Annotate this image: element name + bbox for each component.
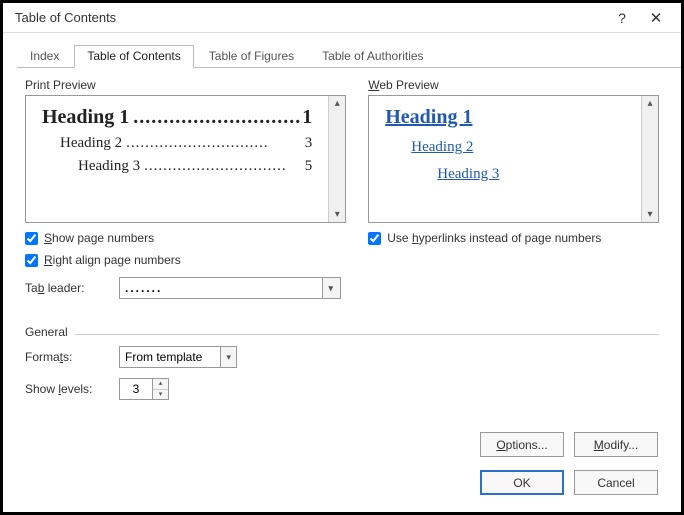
formats-label: Formats:	[25, 350, 111, 364]
options-modify-row: Options... Modify...	[480, 432, 658, 457]
scroll-down-icon[interactable]: ▾	[647, 207, 652, 222]
tab-table-of-contents[interactable]: Table of Contents	[74, 45, 193, 68]
print-preview-h3: Heading 3 ..............................…	[42, 158, 312, 175]
cancel-button[interactable]: Cancel	[574, 470, 658, 495]
modify-button[interactable]: Modify...	[574, 432, 658, 457]
divider	[75, 334, 659, 335]
show-page-numbers-row: Show page numbers	[25, 231, 346, 245]
tab-leader-select[interactable]: ....... ▾	[119, 277, 341, 299]
general-label: General	[25, 325, 659, 339]
spinner-down-icon[interactable]: ▾	[153, 390, 168, 400]
tab-leader-label: Tab leader:	[25, 281, 111, 295]
web-preview-box: Heading 1 Heading 2 Heading 3 ▴ ▾	[368, 95, 659, 223]
scroll-up-icon[interactable]: ▴	[647, 96, 652, 111]
print-preview-box: Heading 1 ..............................…	[25, 95, 346, 223]
chevron-down-icon: ▾	[220, 347, 236, 367]
ok-button[interactable]: OK	[480, 470, 564, 495]
print-preview-scrollbar[interactable]: ▴ ▾	[328, 96, 345, 222]
web-preview-h1[interactable]: Heading 1	[385, 106, 625, 129]
titlebar: Table of Contents ? ✕	[3, 3, 681, 33]
ok-cancel-row: OK Cancel	[480, 470, 658, 495]
tab-strip: Index Table of Contents Table of Figures…	[17, 45, 681, 68]
scroll-up-icon[interactable]: ▴	[335, 96, 340, 111]
tab-leader-row: Tab leader: ....... ▾	[25, 277, 346, 299]
use-hyperlinks-row: Use hyperlinks instead of page numbers	[368, 231, 659, 245]
show-levels-input[interactable]	[120, 379, 152, 399]
print-preview-h1: Heading 1 ..............................…	[42, 106, 312, 129]
print-preview-h2: Heading 2 ..............................…	[42, 135, 312, 152]
chevron-down-icon: ▾	[322, 278, 340, 298]
right-align-row: Right align page numbers	[25, 253, 346, 267]
formats-row: Formats: From template ▾	[25, 346, 659, 368]
dialog-title: Table of Contents	[15, 10, 605, 25]
print-preview-inner: Heading 1 ..............................…	[26, 96, 328, 222]
web-preview-h3[interactable]: Heading 3	[385, 166, 625, 183]
web-preview-inner: Heading 1 Heading 2 Heading 3	[369, 96, 641, 222]
help-icon[interactable]: ?	[605, 10, 639, 26]
use-hyperlinks-checkbox[interactable]	[368, 232, 381, 245]
spinner-up-icon[interactable]: ▴	[153, 379, 168, 390]
web-preview-h2[interactable]: Heading 2	[385, 139, 625, 156]
print-preview-label: Print Preview	[25, 78, 346, 92]
scroll-down-icon[interactable]: ▾	[335, 207, 340, 222]
web-preview-label: Web Preview	[368, 78, 659, 92]
tab-index[interactable]: Index	[17, 45, 72, 67]
close-icon[interactable]: ✕	[639, 9, 673, 27]
options-button[interactable]: Options...	[480, 432, 564, 457]
show-levels-label: Show levels:	[25, 382, 111, 396]
tab-table-of-authorities[interactable]: Table of Authorities	[309, 45, 436, 67]
web-preview-col: Web Preview Heading 1 Heading 2 Heading …	[368, 78, 659, 299]
right-align-checkbox[interactable]	[25, 254, 38, 267]
show-levels-spinner[interactable]: ▴ ▾	[119, 378, 169, 400]
formats-select[interactable]: From template ▾	[119, 346, 237, 368]
web-preview-scrollbar[interactable]: ▴ ▾	[641, 96, 658, 222]
show-levels-row: Show levels: ▴ ▾	[25, 378, 659, 400]
tab-table-of-figures[interactable]: Table of Figures	[196, 45, 307, 67]
show-page-numbers-checkbox[interactable]	[25, 232, 38, 245]
print-preview-col: Print Preview Heading 1 ................…	[25, 78, 346, 299]
